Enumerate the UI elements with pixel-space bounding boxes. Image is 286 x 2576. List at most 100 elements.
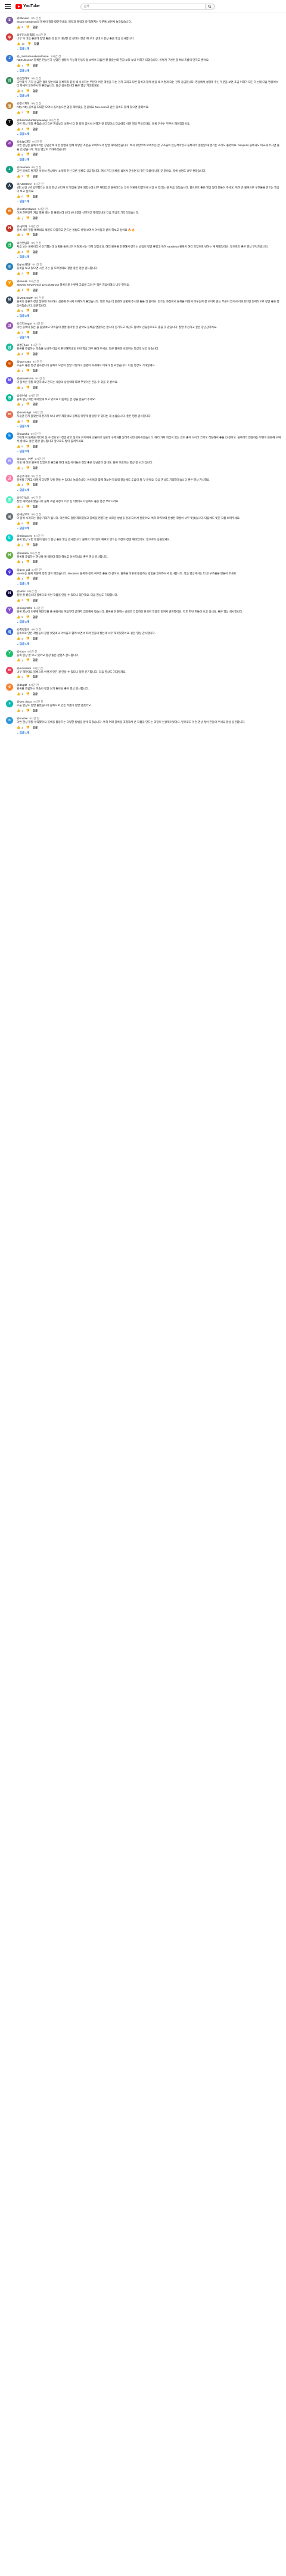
like-button[interactable]: 👍 6 xyxy=(17,195,23,199)
like-button[interactable]: 👍 1 xyxy=(17,403,23,406)
avatar[interactable]: d xyxy=(6,683,13,691)
thumbs-down-icon[interactable]: 👎 xyxy=(26,577,30,580)
view-replies-button[interactable]: ⌄ 답글 1개 xyxy=(17,132,281,136)
view-replies-button[interactable]: ⌄ 답글 2개 xyxy=(17,158,281,162)
reply-button[interactable]: 답글 xyxy=(33,369,38,373)
avatar[interactable]: M xyxy=(6,296,13,304)
comment-author[interactable]: @크다Sugar xyxy=(17,322,32,325)
reply-button[interactable]: 답글 xyxy=(33,637,38,641)
comment-time[interactable]: 9시간 전 xyxy=(36,33,46,36)
thumbs-down-icon[interactable]: 👎 xyxy=(26,637,30,641)
thumbs-down-icon[interactable]: 👎 xyxy=(26,309,30,313)
avatar[interactable]: S xyxy=(6,17,13,24)
comment-author[interactable]: @정스케치 xyxy=(17,102,30,105)
search-input[interactable]: 검색 xyxy=(80,3,206,10)
thumbs-down-icon[interactable]: 👎 xyxy=(26,233,30,237)
reply-button[interactable]: 답글 xyxy=(33,111,38,115)
avatar[interactable]: T xyxy=(6,119,13,126)
comment-time[interactable]: 9시간 전 xyxy=(33,322,43,325)
comment-time[interactable]: 9시간 전 xyxy=(33,360,43,363)
comment-author[interactable]: @희정둥이 xyxy=(17,628,30,631)
comment-author[interactable]: @유기농요 xyxy=(17,496,30,499)
avatar[interactable]: A xyxy=(6,183,13,190)
reply-button[interactable]: 답글 xyxy=(33,543,38,547)
like-button[interactable]: 👍 1 xyxy=(17,289,23,292)
like-button[interactable]: 👍 1 xyxy=(17,692,23,696)
like-button[interactable]: 👍 5 xyxy=(17,616,23,619)
comment-time[interactable]: 9시간 전 xyxy=(32,77,42,80)
avatar[interactable]: E xyxy=(6,534,13,542)
like-button[interactable]: 👍 4 xyxy=(17,483,23,487)
reply-button[interactable]: 답글 xyxy=(33,195,38,199)
thumbs-down-icon[interactable]: 👎 xyxy=(26,128,30,131)
comment-author[interactable]: @noobie xyxy=(17,717,27,720)
reply-button[interactable]: 답글 xyxy=(33,726,38,729)
reply-button[interactable]: 답글 xyxy=(33,483,38,487)
reply-button[interactable]: 답글 xyxy=(33,420,38,423)
comment-time[interactable]: 9시간 전 xyxy=(30,552,41,555)
comment-time[interactable]: 9시간 전 xyxy=(49,119,60,122)
avatar[interactable]: 크 xyxy=(6,321,13,329)
comment-time[interactable]: 9시간 전 xyxy=(27,590,38,593)
thumbs-down-icon[interactable]: 👎 xyxy=(26,153,30,156)
reply-button[interactable]: 답글 xyxy=(33,331,38,335)
like-button[interactable]: 👍 4 xyxy=(17,577,23,580)
comment-author[interactable]: @심영하아 xyxy=(17,77,30,80)
comment-time[interactable]: 9시간 전 xyxy=(32,242,42,245)
avatar[interactable]: g xyxy=(6,263,13,271)
view-replies-button[interactable]: ⌄ 답글 1개 xyxy=(17,488,281,492)
comment-time[interactable]: 9시간 전 xyxy=(32,17,42,20)
avatar[interactable]: H xyxy=(6,551,13,559)
reply-button[interactable]: 답글 xyxy=(33,599,38,602)
comment-author[interactable]: @gem_pid xyxy=(17,568,30,571)
comment-author[interactable]: @콩이님 xyxy=(17,394,27,397)
comment-time[interactable]: 9시간 전 xyxy=(29,717,39,720)
reply-button[interactable]: 답글 xyxy=(33,403,38,406)
like-button[interactable]: 👍 3 xyxy=(17,233,23,237)
reply-button[interactable]: 답글 xyxy=(33,692,38,696)
comment-time[interactable]: 9시간 전 xyxy=(33,700,43,703)
thumbs-down-icon[interactable]: 👎 xyxy=(26,599,30,602)
view-replies-button[interactable]: ⌄ 답글 1개 xyxy=(17,425,281,428)
like-button[interactable]: 👍 2 xyxy=(17,26,23,29)
reply-button[interactable]: 답글 xyxy=(34,42,39,46)
avatar[interactable]: z xyxy=(6,165,13,173)
comment-author[interactable]: @dbqtbf xyxy=(17,684,27,686)
like-button[interactable]: 👍 3 xyxy=(17,543,23,547)
avatar[interactable]: 루 xyxy=(6,33,13,41)
like-button[interactable]: 👍 3 xyxy=(17,331,23,335)
comment-author[interactable]: @Elinaccent xyxy=(17,534,32,537)
comment-time[interactable]: 9시간 전 xyxy=(35,377,45,380)
comment-author[interactable]: @Steven1 xyxy=(17,17,30,20)
avatar[interactable]: N xyxy=(6,589,13,597)
avatar[interactable]: 정 xyxy=(6,102,13,110)
comment-time[interactable]: 9시간 전 xyxy=(31,432,41,435)
avatar[interactable]: 세 xyxy=(6,513,13,521)
like-button[interactable]: 👍 5 xyxy=(17,522,23,525)
like-button[interactable]: 👍 3 xyxy=(17,111,23,115)
like-button[interactable]: 👍 2 xyxy=(17,386,23,389)
comment-time[interactable]: 9시간 전 xyxy=(32,166,42,169)
reply-button[interactable]: 답글 xyxy=(33,560,38,564)
comment-time[interactable]: 9시간 전 xyxy=(32,628,42,631)
avatar[interactable]: 콩 xyxy=(6,394,13,401)
comment-time[interactable]: 9시간 전 xyxy=(38,208,48,211)
comment-author[interactable]: @루카스탐험대 xyxy=(17,33,35,36)
comment-time[interactable]: 9시간 전 xyxy=(33,411,43,414)
reply-button[interactable]: 답글 xyxy=(33,89,38,93)
like-button[interactable]: 👍 1 xyxy=(17,709,23,713)
thumbs-down-icon[interactable]: 👎 xyxy=(26,505,30,509)
reply-button[interactable]: 답글 xyxy=(33,26,38,29)
thumbs-down-icon[interactable]: 👎 xyxy=(26,251,30,254)
comment-time[interactable]: 9시간 전 xyxy=(34,183,44,185)
thumbs-down-icon[interactable]: 👎 xyxy=(26,352,30,356)
like-button[interactable]: 👍 1 xyxy=(17,658,23,662)
view-replies-button[interactable]: ⌄ 답글 1개 xyxy=(17,642,281,646)
avatar[interactable]: 공 xyxy=(6,474,13,482)
avatar[interactable]: 선 xyxy=(6,241,13,249)
comment-author[interactable]: @mossitam xyxy=(17,667,31,670)
comment-time[interactable]: 9시간 전 xyxy=(29,225,39,228)
thumbs-down-icon[interactable]: 👎 xyxy=(26,445,30,449)
thumbs-down-icon[interactable]: 👎 xyxy=(26,369,30,373)
comment-author[interactable]: @motherstapes xyxy=(17,208,36,211)
